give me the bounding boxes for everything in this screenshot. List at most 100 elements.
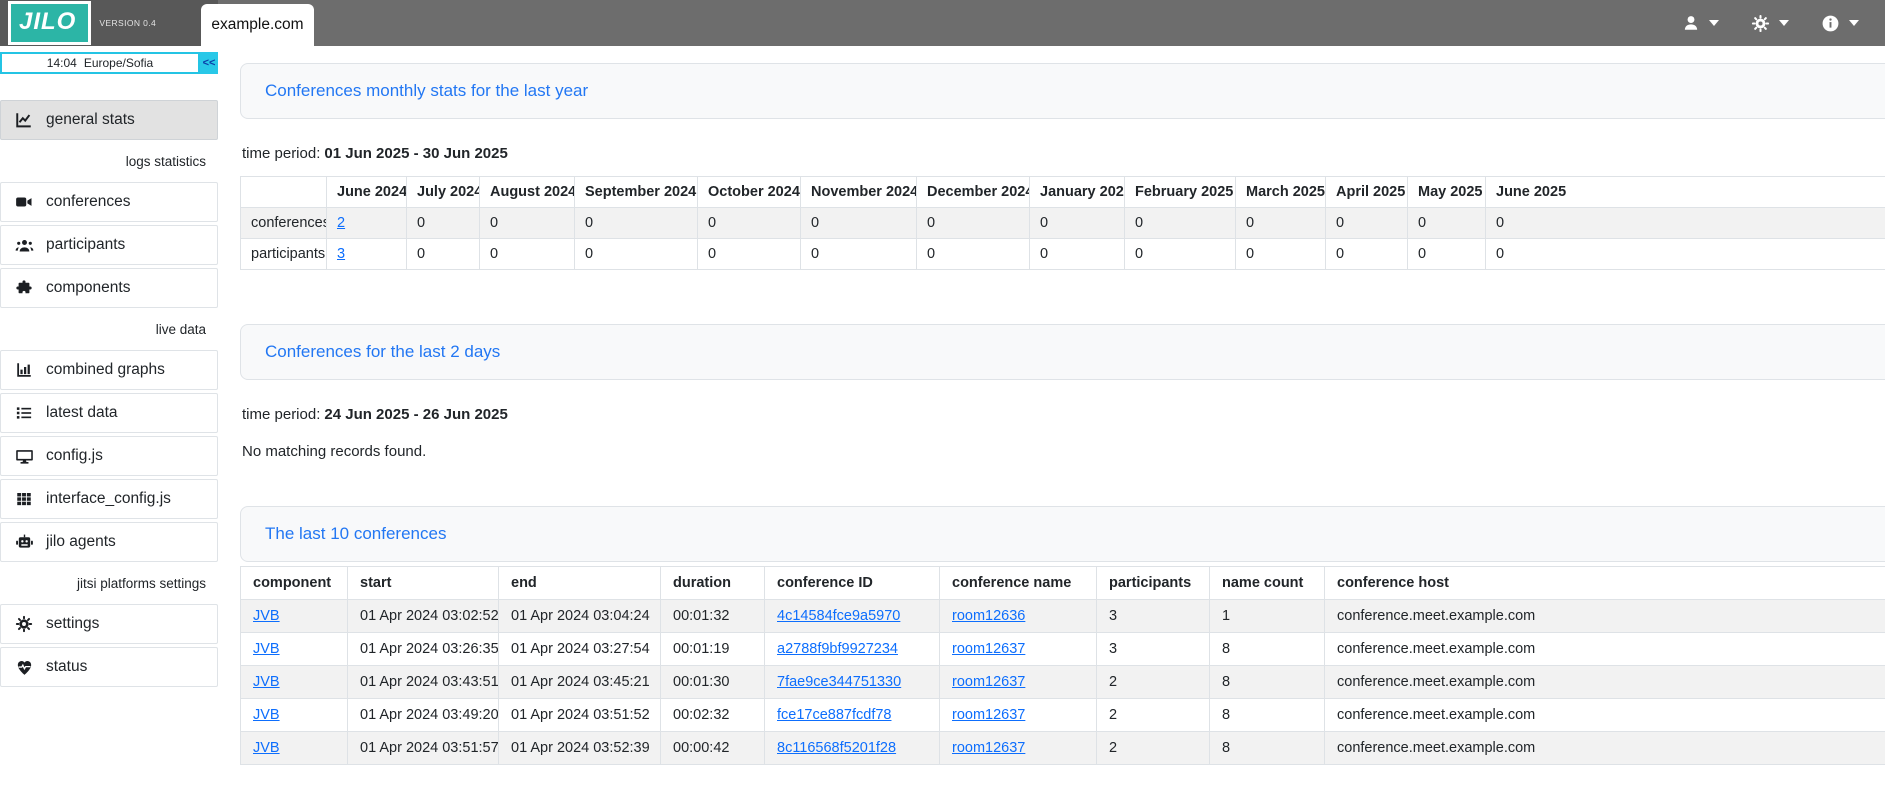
table-cell: 0 — [1408, 208, 1486, 239]
sidebar-collapse-button[interactable]: << — [200, 52, 218, 74]
time-period: time period:01 Jun 2025 - 30 Jun 2025 — [242, 145, 1885, 162]
sidebar-item-label: components — [46, 279, 130, 297]
column-header: start — [348, 567, 499, 600]
section-header-last-2-days: Conferences for the last 2 days — [240, 324, 1885, 380]
table-link[interactable]: fce17ce887fcdf78 — [777, 707, 891, 723]
table-link[interactable]: 2 — [337, 215, 345, 231]
sidebar-item-components[interactable]: components — [0, 268, 218, 308]
section-monthly-stats: Conferences monthly stats for the last y… — [240, 63, 1885, 270]
table-link[interactable]: room12637 — [952, 641, 1025, 657]
settings-menu[interactable] — [1751, 14, 1789, 33]
table-cell: 0 — [917, 239, 1030, 270]
user-menu[interactable] — [1682, 14, 1719, 32]
clock-timezone: Europe/Sofia — [84, 56, 153, 70]
sidebar-item-config-js[interactable]: config.js — [0, 436, 218, 476]
table-cell: 8 — [1210, 699, 1325, 732]
table-cell: conferences — [241, 208, 327, 239]
info-menu[interactable] — [1821, 14, 1859, 33]
table-cell: room12637 — [940, 633, 1097, 666]
table-cell: 0 — [1486, 208, 1885, 239]
table-cell: 01 Apr 2024 03:43:51 — [348, 666, 499, 699]
table-link[interactable]: JVB — [253, 707, 280, 723]
table-link[interactable]: room12637 — [952, 674, 1025, 690]
table-link[interactable]: 7fae9ce344751330 — [777, 674, 901, 690]
section-title: The last 10 conferences — [265, 524, 446, 543]
chart-line-icon — [14, 111, 34, 129]
table-cell: 2 — [1097, 666, 1210, 699]
sidebar-item-interface-config-js[interactable]: interface_config.js — [0, 479, 218, 519]
sidebar-item-label: jilo agents — [46, 533, 116, 551]
table-link[interactable]: JVB — [253, 674, 280, 690]
sidebar-item-general-stats[interactable]: general stats — [0, 100, 218, 140]
platform-tab[interactable]: example.com — [201, 4, 314, 46]
sidebar-item-latest-data[interactable]: latest data — [0, 393, 218, 433]
time-period: time period:24 Jun 2025 - 26 Jun 2025 — [242, 406, 1885, 423]
users-icon — [14, 236, 34, 255]
table-cell: 00:01:19 — [661, 633, 765, 666]
column-header: name count — [1210, 567, 1325, 600]
sidebar-item-conferences[interactable]: conferences — [0, 182, 218, 222]
table-link[interactable]: room12637 — [952, 740, 1025, 756]
sidebar-item-participants[interactable]: participants — [0, 225, 218, 265]
table-cell: room12637 — [940, 699, 1097, 732]
table-link[interactable]: 8c116568f5201f28 — [777, 740, 896, 756]
table-cell: 0 — [480, 239, 575, 270]
time-period-label: time period: — [242, 145, 320, 162]
table-link[interactable]: a2788f9bf9927234 — [777, 641, 898, 657]
user-icon — [1682, 14, 1700, 32]
column-header: conference ID — [765, 567, 940, 600]
table-cell: 0 — [1326, 208, 1408, 239]
column-header: October 2024 — [698, 177, 801, 208]
table-cell: 01 Apr 2024 03:45:21 — [499, 666, 661, 699]
table-link[interactable]: JVB — [253, 641, 280, 657]
table-link[interactable]: JVB — [253, 608, 280, 624]
table-cell: conference.meet.example.com — [1325, 699, 1885, 732]
table-row: JVB 01 Apr 2024 03:43:5101 Apr 2024 03:45… — [241, 666, 1885, 699]
table-link[interactable]: 3 — [337, 246, 345, 262]
column-header: July 2024 — [407, 177, 480, 208]
sidebar-item-status[interactable]: status — [0, 647, 218, 687]
table-cell: 8 — [1210, 666, 1325, 699]
table-link[interactable]: room12637 — [952, 707, 1025, 723]
table-link[interactable]: room12636 — [952, 608, 1025, 624]
time-period-value: 24 Jun 2025 - 26 Jun 2025 — [324, 406, 507, 423]
caret-down-icon — [1849, 20, 1859, 26]
table-cell: room12637 — [940, 666, 1097, 699]
column-header: November 2024 — [801, 177, 917, 208]
app-version: VERSION 0.4 — [99, 18, 156, 28]
table-cell: 8 — [1210, 633, 1325, 666]
time-period-label: time period: — [242, 406, 320, 423]
chart-column-icon — [14, 361, 34, 379]
column-header: May 2025 — [1408, 177, 1486, 208]
column-header: conference name — [940, 567, 1097, 600]
table-cell: 8 — [1210, 732, 1325, 765]
table-link[interactable]: 4c14584fce9a5970 — [777, 608, 900, 624]
sidebar-item-label: config.js — [46, 447, 103, 465]
column-header: component — [241, 567, 348, 600]
table-cell: 0 — [575, 208, 698, 239]
section-title: Conferences for the last 2 days — [265, 342, 500, 361]
table-cell: 0 — [407, 208, 480, 239]
table-cells-icon — [14, 490, 34, 508]
table-cell: 0 — [1125, 208, 1236, 239]
table-link[interactable]: JVB — [253, 740, 280, 756]
table-cell: JVB — [241, 666, 348, 699]
sidebar-item-jilo-agents[interactable]: jilo agents — [0, 522, 218, 562]
info-circle-icon — [1821, 14, 1840, 33]
column-header: June 2025 — [1486, 177, 1885, 208]
table-cell: JVB — [241, 699, 348, 732]
clock-time: 14:04 — [47, 56, 77, 70]
section-title: Conferences monthly stats for the last y… — [265, 81, 588, 100]
top-bar-brand-area: JILO VERSION 0.4 — [0, 0, 218, 46]
video-camera-icon — [14, 193, 34, 211]
sidebar: 14:04 Europe/Sofia << general stats logs… — [0, 46, 218, 690]
table-cell: 0 — [1030, 208, 1125, 239]
sidebar-item-combined-graphs[interactable]: combined graphs — [0, 350, 218, 390]
table-cell: 1 — [1210, 600, 1325, 633]
sidebar-group-label-jitsi-platforms-settings: jitsi platforms settings — [0, 565, 218, 601]
sidebar-item-settings[interactable]: settings — [0, 604, 218, 644]
table-cell: 0 — [575, 239, 698, 270]
table-row: JVB01 Apr 2024 03:02:5201 Apr 2024 03:04… — [241, 600, 1885, 633]
table-cell: 0 — [1030, 239, 1125, 270]
gear-icon — [14, 615, 34, 633]
